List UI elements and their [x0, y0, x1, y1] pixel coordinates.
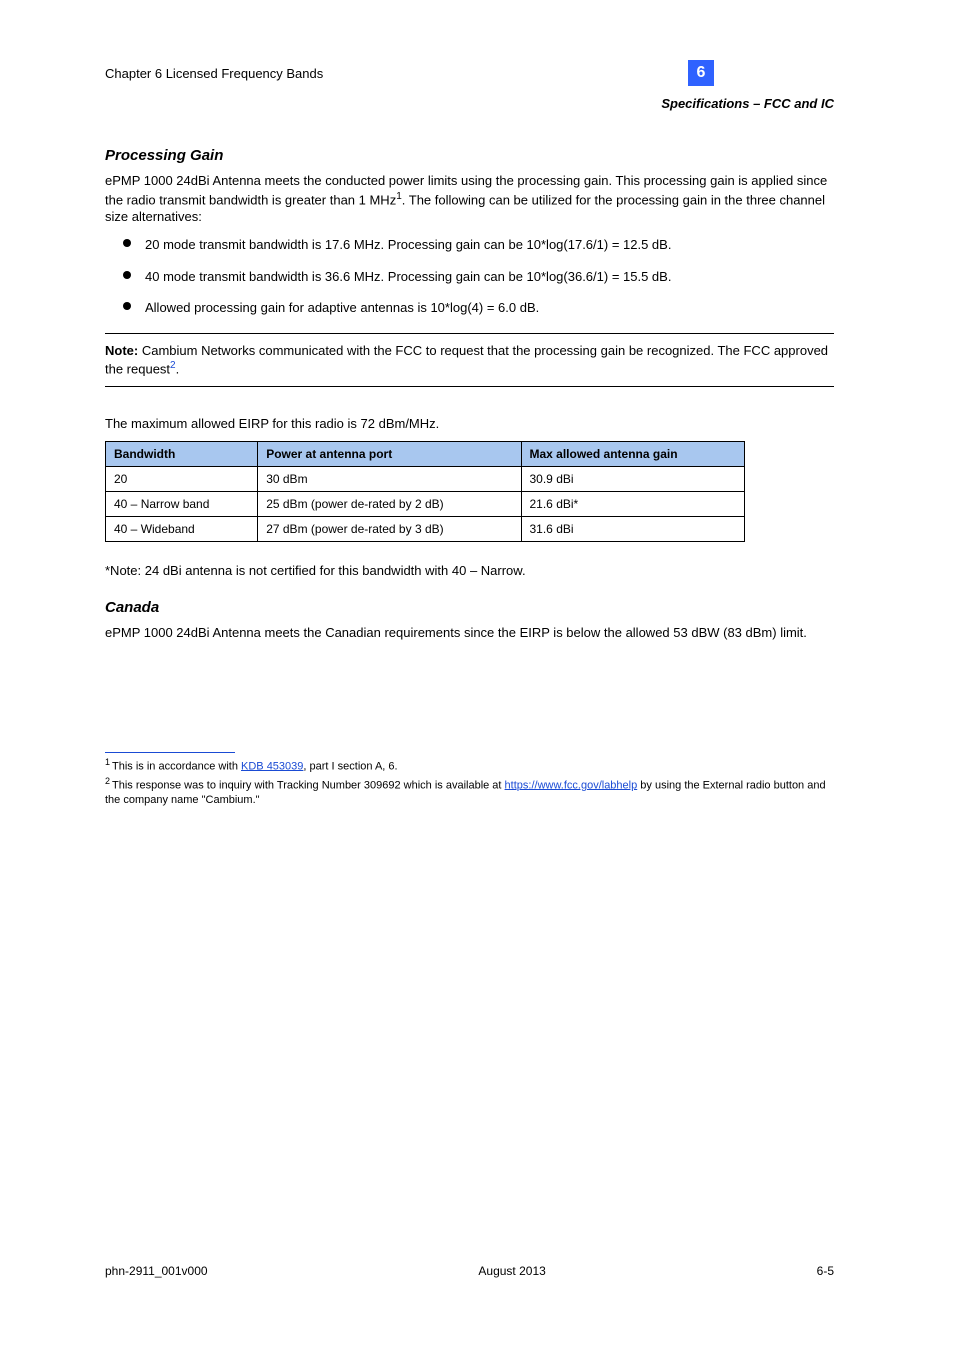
- col-power: Power at antenna port: [258, 441, 521, 466]
- chapter-label: Chapter 6 Licensed Frequency Bands: [105, 66, 323, 81]
- footer-page-number: 6-5: [817, 1264, 834, 1278]
- processing-gain-list: 20 mode transmit bandwidth is 17.6 MHz. …: [105, 236, 834, 317]
- canada-heading: Canada: [105, 599, 834, 616]
- list-item: Allowed processing gain for adaptive ant…: [123, 299, 834, 317]
- processing-gain-intro: ePMP 1000 24dBi Antenna meets the conduc…: [105, 172, 834, 226]
- footnote-link[interactable]: KDB 453039: [241, 760, 303, 772]
- table-row: 20 30 dBm 30.9 dBi: [106, 466, 745, 491]
- note-block: Note: Cambium Networks communicated with…: [105, 333, 834, 387]
- chapter-badge: 6: [688, 60, 714, 86]
- note-label: Note:: [105, 343, 138, 358]
- footnote-1: 1This is in accordance with KDB 453039, …: [105, 757, 834, 774]
- asterisk-note: *Note: 24 dBi antenna is not certified f…: [105, 562, 834, 580]
- footnote-link[interactable]: https://www.fcc.gov/labhelp: [505, 779, 638, 791]
- table-header-row: Bandwidth Power at antenna port Max allo…: [106, 441, 745, 466]
- page-footer: phn-2911_001v000 August 2013 6-5: [105, 1264, 834, 1278]
- table-intro: The maximum allowed EIRP for this radio …: [105, 415, 834, 433]
- col-bandwidth: Bandwidth: [106, 441, 258, 466]
- table-row: 40 – Wideband 27 dBm (power de-rated by …: [106, 516, 745, 541]
- col-gain: Max allowed antenna gain: [521, 441, 745, 466]
- processing-gain-heading: Processing Gain: [105, 147, 834, 164]
- note-body: Cambium Networks communicated with the F…: [105, 343, 828, 377]
- footer-date: August 2013: [478, 1264, 545, 1278]
- table-row: 40 – Narrow band 25 dBm (power de-rated …: [106, 491, 745, 516]
- list-item: 40 mode transmit bandwidth is 36.6 MHz. …: [123, 268, 834, 286]
- spec-table: Bandwidth Power at antenna port Max allo…: [105, 441, 745, 542]
- page-header: Chapter 6 Licensed Frequency Bands 6: [105, 60, 834, 86]
- list-item: 20 mode transmit bandwidth is 17.6 MHz. …: [123, 236, 834, 254]
- footer-doc-id: phn-2911_001v000: [105, 1264, 208, 1278]
- section-subtitle: Specifications – FCC and IC: [105, 96, 834, 111]
- canada-body: ePMP 1000 24dBi Antenna meets the Canadi…: [105, 624, 834, 642]
- footnote-2: 2This response was to inquiry with Track…: [105, 776, 834, 807]
- footnote-rule: [105, 752, 235, 753]
